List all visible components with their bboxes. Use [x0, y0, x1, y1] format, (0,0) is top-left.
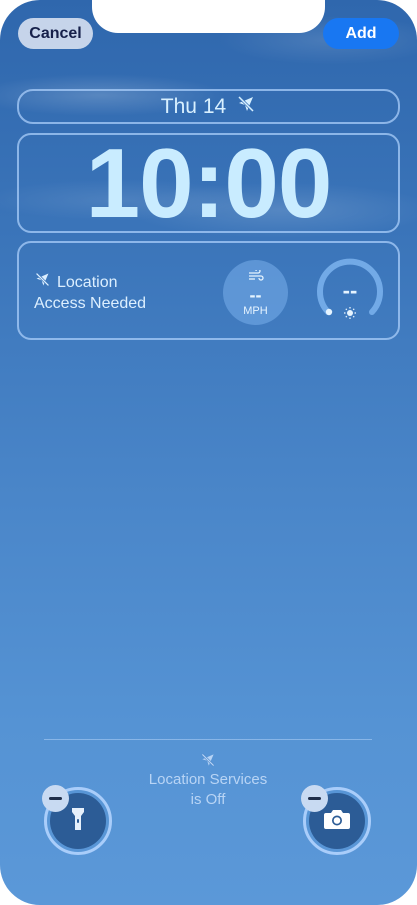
cancel-button[interactable]: Cancel [18, 18, 93, 49]
device-notch [92, 0, 325, 33]
sun-icon [344, 307, 356, 319]
uv-value: -- [342, 278, 358, 303]
location-services-status: Location Services is Off [108, 752, 308, 810]
location-widget-title: Location [57, 273, 118, 291]
location-widget[interactable]: Location Access Needed [34, 271, 146, 314]
clock-widget[interactable]: 10:00 [17, 133, 400, 233]
flashlight-icon [71, 806, 85, 837]
location-widget-subtitle: Access Needed [34, 295, 147, 312]
clock-time: 10:00 [85, 128, 333, 238]
location-disabled-icon [34, 271, 51, 294]
add-button[interactable]: Add [323, 18, 399, 49]
date-widget[interactable]: Thu 14 [17, 89, 400, 124]
wind-unit: MPH [243, 304, 268, 317]
lock-screen-editor: Cancel Add Thu 14 10:00 Location Access … [0, 0, 417, 905]
location-disabled-icon [236, 94, 256, 120]
date-text: Thu 14 [160, 94, 227, 118]
status-line-1: Location Services [148, 771, 268, 788]
status-line-2: is Off [190, 791, 226, 808]
camera-icon [323, 808, 351, 835]
wind-widget[interactable]: -- MPH [223, 260, 288, 325]
divider [44, 739, 372, 740]
wind-value: -- [249, 284, 262, 305]
remove-camera-button[interactable] [301, 785, 328, 812]
wind-icon [248, 267, 264, 287]
location-disabled-icon [108, 752, 308, 768]
remove-flashlight-button[interactable] [42, 785, 69, 812]
